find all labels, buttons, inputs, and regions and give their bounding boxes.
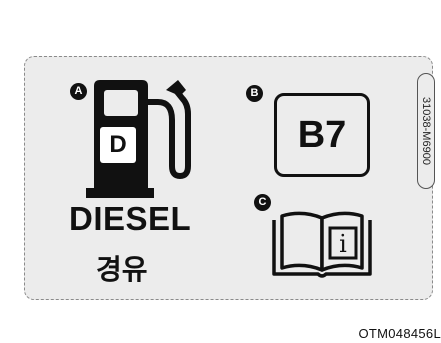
figure: A D DIESEL 경유 B B7 C i 31038-M6900 OTM04… <box>0 0 441 343</box>
marker-b: B <box>246 85 263 102</box>
manual-info-letter: i <box>339 230 347 258</box>
owners-manual-icon: i <box>272 210 372 278</box>
biodiesel-b7-label: B7 <box>274 93 370 177</box>
fuel-type-english: DIESEL <box>69 200 192 237</box>
side-part-code: 31038-M6900 <box>417 73 435 189</box>
fuel-type-korean: 경유 <box>96 254 148 285</box>
pump-letter: D <box>100 127 136 163</box>
side-part-code-text: 31038-M6900 <box>420 97 432 165</box>
fuel-pump-icon: D <box>82 80 194 198</box>
marker-c: C <box>254 194 271 211</box>
figure-code: OTM048456L <box>358 326 441 341</box>
